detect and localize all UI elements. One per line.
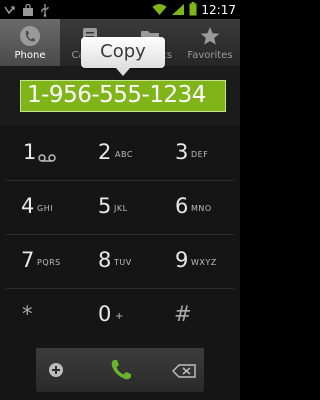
key-7[interactable]: 7 PQRS	[0, 234, 80, 288]
tab-phone[interactable]: Phone	[0, 19, 60, 66]
key-digit: *	[22, 302, 33, 326]
call-icon	[108, 357, 134, 387]
add-contact-button[interactable]	[36, 348, 78, 392]
key-letters: PQRS	[37, 258, 61, 267]
key-letters: TUV	[114, 258, 132, 267]
backspace-icon	[171, 363, 196, 382]
signal-icon	[171, 1, 185, 20]
key-digit: 3	[175, 140, 189, 164]
key-0[interactable]: 0 +	[80, 288, 160, 342]
copy-label: Copy	[100, 41, 146, 62]
key-letters: MNO	[191, 204, 212, 213]
tab-label: Phone	[14, 50, 46, 61]
key-digit: 7	[21, 248, 35, 272]
key-2[interactable]: 2 ABC	[80, 126, 160, 180]
backspace-button[interactable]	[162, 348, 204, 392]
tab-favorites[interactable]: Favorites	[180, 19, 240, 66]
copy-popup-button[interactable]: Copy	[81, 37, 165, 68]
key-6[interactable]: 6 MNO	[160, 180, 240, 234]
status-clock: 12:17	[201, 3, 236, 17]
key-digit: 1	[23, 140, 37, 164]
key-digit: 9	[175, 248, 189, 272]
key-letters: JKL	[114, 204, 128, 213]
dialed-number-field[interactable]: 1-956-555-1234	[20, 80, 226, 112]
battery-icon	[189, 1, 197, 20]
key-digit: 8	[98, 248, 112, 272]
key-digit: #	[174, 302, 192, 326]
key-letters: WXYZ	[191, 258, 217, 267]
action-bar	[0, 342, 240, 400]
dialpad: 1 2 ABC 3 DEF 4 GHI 5 JKL 6 MNO 7 PQRS 8…	[0, 126, 240, 342]
voicemail-icon	[38, 148, 56, 167]
add-contact-icon	[48, 362, 64, 382]
status-bar: 12:17	[0, 0, 240, 19]
action-buttons	[36, 348, 204, 392]
key-digit: 2	[98, 140, 112, 164]
key-digit: 5	[98, 194, 112, 218]
key-5[interactable]: 5 JKL	[80, 180, 160, 234]
tab-label: Favorites	[187, 50, 233, 61]
key-letters: GHI	[37, 204, 54, 213]
call-button[interactable]	[78, 348, 162, 392]
key-pound[interactable]: #	[160, 288, 240, 342]
dialed-number: 1-956-555-1234	[27, 82, 206, 108]
key-digit: 4	[21, 194, 35, 218]
key-4[interactable]: 4 GHI	[0, 180, 80, 234]
key-star[interactable]: *	[0, 288, 80, 342]
key-letters: ABC	[115, 150, 133, 159]
star-icon	[199, 25, 221, 50]
key-letters: DEF	[191, 150, 209, 159]
key-9[interactable]: 9 WXYZ	[160, 234, 240, 288]
key-1[interactable]: 1	[0, 126, 80, 180]
key-8[interactable]: 8 TUV	[80, 234, 160, 288]
phone-icon	[19, 25, 41, 50]
copy-popup-pointer	[116, 68, 130, 76]
key-digit: 6	[175, 194, 189, 218]
key-digit: 0	[98, 302, 112, 326]
key-3[interactable]: 3 DEF	[160, 126, 240, 180]
wifi-icon	[152, 1, 167, 20]
key-letters: +	[115, 311, 124, 322]
